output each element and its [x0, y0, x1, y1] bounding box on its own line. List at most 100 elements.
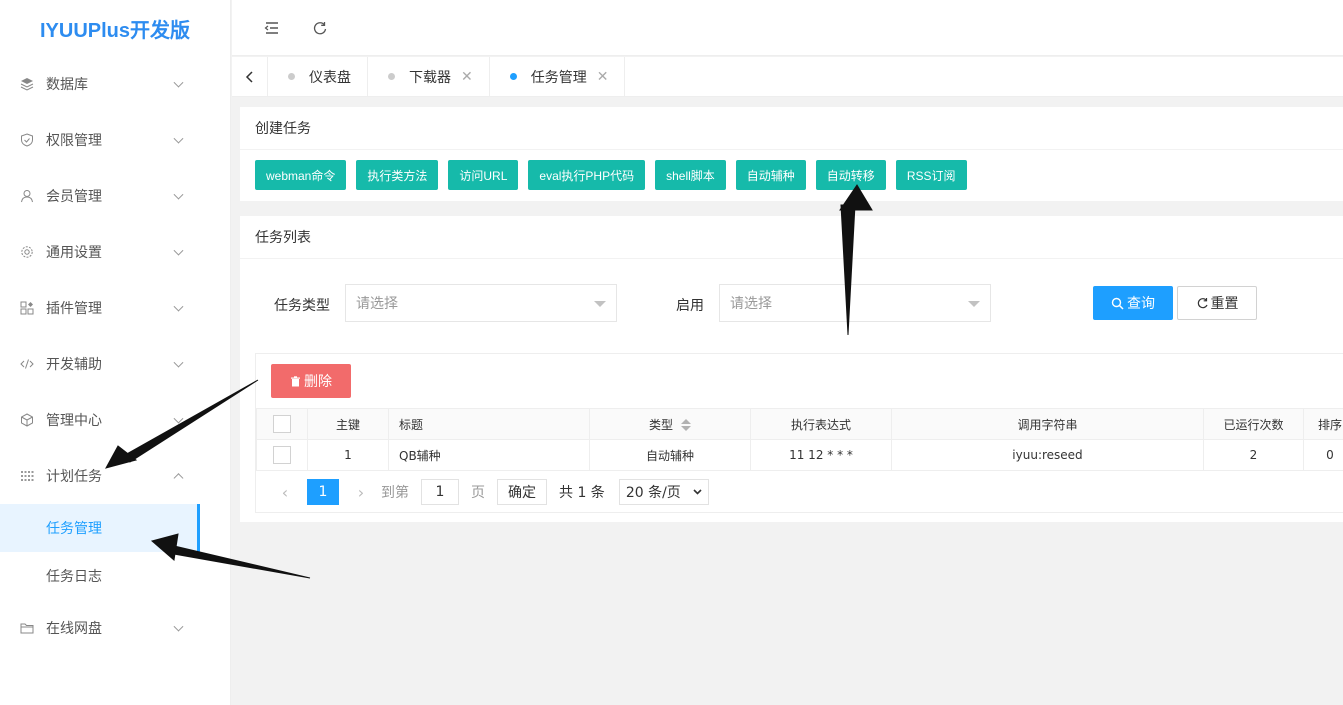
sidebar-item-label: 数据库	[46, 77, 88, 93]
create-auto-move-button[interactable]: 自动转移	[815, 160, 886, 190]
card-title: 创建任务	[240, 107, 1343, 150]
task-list-card: 任务列表 任务类型 请选择 启用 请选择 查询 重置 删除 主键 标题 类型 执…	[240, 216, 1343, 522]
tab-dot	[388, 73, 395, 80]
sidebar-subitem-task-management[interactable]: 任务管理	[0, 504, 200, 552]
sidebar-item-database[interactable]: 数据库	[0, 56, 230, 112]
table-row[interactable]: 1 QB辅种 自动辅种 11 12 * * * iyuu:reseed 2 0	[256, 439, 1343, 471]
cell-cron: 11 12 * * *	[750, 439, 892, 471]
chevron-up-icon	[173, 473, 184, 484]
create-rss-button[interactable]: RSS订阅	[895, 160, 967, 190]
sort-icon[interactable]	[681, 419, 691, 431]
table-toolbar: 删除	[256, 354, 1343, 408]
sidebar-item-label: 在线网盘	[46, 621, 102, 637]
delete-label: 删除	[304, 374, 332, 390]
filter-row: 任务类型 请选择 启用 请选择 查询 重置	[240, 284, 1343, 322]
reset-button[interactable]: 重置	[1177, 286, 1257, 320]
create-webman-button[interactable]: webman命令	[255, 160, 347, 190]
sidebar-item-members[interactable]: 会员管理	[0, 168, 230, 224]
cell-sort: 0	[1303, 439, 1343, 471]
column-header-id: 主键	[307, 408, 389, 440]
menu-collapse-icon[interactable]	[264, 20, 280, 36]
code-icon	[20, 357, 34, 371]
cell-target: iyuu:reseed	[891, 439, 1204, 471]
prev-page-icon[interactable]: ‹	[271, 483, 299, 502]
sidebar-item-cloud-drive[interactable]: 在线网盘	[0, 600, 230, 656]
sidebar-item-label: 会员管理	[46, 189, 102, 205]
table-header-row: 主键 标题 类型 执行表达式 调用字符串 已运行次数 排序	[256, 408, 1343, 440]
column-header-target: 调用字符串	[891, 408, 1204, 440]
column-header-title: 标题	[388, 408, 590, 440]
task-table: 主键 标题 类型 执行表达式 调用字符串 已运行次数 排序 1 QB辅种 自动辅…	[256, 408, 1343, 471]
sidebar-item-settings[interactable]: 通用设置	[0, 224, 230, 280]
chevron-down-icon	[173, 77, 184, 88]
task-type-label: 任务类型	[274, 298, 330, 314]
plugin-icon	[20, 301, 34, 315]
refresh-icon[interactable]	[312, 20, 328, 36]
close-icon[interactable]: ✕	[597, 69, 609, 85]
chevron-down-icon	[173, 133, 184, 144]
row-checkbox[interactable]	[273, 446, 291, 464]
cube-icon	[20, 413, 34, 427]
chevron-down-icon	[173, 357, 184, 368]
next-page-icon[interactable]: ›	[347, 483, 375, 502]
card-title: 任务列表	[240, 216, 1343, 259]
calendar-icon	[20, 469, 34, 483]
sidebar-item-label: 管理中心	[46, 413, 102, 429]
caret-down-icon	[968, 301, 980, 307]
shield-icon	[20, 133, 34, 147]
gear-icon	[20, 245, 34, 259]
tab-label: 任务管理	[530, 69, 587, 86]
column-header-sort: 排序	[1303, 408, 1343, 440]
select-all-cell	[256, 408, 308, 440]
trash-icon	[291, 375, 300, 386]
sidebar-subitem-task-log[interactable]: 任务日志	[0, 552, 230, 600]
page-label: 页	[471, 485, 485, 501]
query-button[interactable]: 查询	[1093, 286, 1173, 320]
create-class-method-button[interactable]: 执行类方法	[356, 160, 439, 190]
select-all-checkbox[interactable]	[273, 415, 291, 433]
tab-dashboard[interactable]: 仪表盘	[268, 57, 368, 96]
tab-task-management[interactable]: 任务管理 ✕	[490, 57, 626, 96]
create-eval-php-button[interactable]: eval执行PHP代码	[528, 160, 646, 190]
page-number-current[interactable]: 1	[307, 479, 339, 505]
sidebar-item-label: 权限管理	[46, 133, 102, 149]
tab-dot	[288, 73, 295, 80]
page-size-select[interactable]: 20 条/页	[618, 479, 709, 505]
sidebar-item-permissions[interactable]: 权限管理	[0, 112, 230, 168]
user-icon	[20, 189, 34, 203]
chevron-down-icon	[173, 413, 184, 424]
create-button-row: webman命令 执行类方法 访问URL eval执行PHP代码 shell脚本…	[240, 150, 1343, 200]
goto-page-input[interactable]: 1	[421, 479, 459, 505]
chevron-left-icon	[245, 70, 253, 83]
tab-scroll-left-button[interactable]	[232, 57, 268, 96]
refresh-icon	[1197, 297, 1208, 308]
task-type-select[interactable]: 请选择	[345, 284, 617, 322]
caret-down-icon	[594, 301, 606, 307]
page-size-value: 20 条/页	[625, 485, 681, 501]
create-task-card: 创建任务 webman命令 执行类方法 访问URL eval执行PHP代码 sh…	[240, 107, 1343, 201]
enable-label: 启用	[676, 298, 704, 314]
chevron-down-icon	[693, 489, 702, 495]
create-shell-button[interactable]: shell脚本	[655, 160, 726, 190]
app-logo: IYUUPlus开发版	[39, 19, 191, 42]
sidebar-item-scheduled-tasks[interactable]: 计划任务	[0, 448, 230, 504]
delete-button[interactable]: 删除	[271, 364, 351, 398]
goto-confirm-button[interactable]: 确定	[497, 479, 547, 505]
layers-icon	[20, 77, 34, 91]
column-header-label: 类型	[648, 417, 673, 432]
sidebar-item-label: 插件管理	[46, 301, 102, 317]
create-url-button[interactable]: 访问URL	[448, 160, 519, 190]
column-header-type[interactable]: 类型	[589, 408, 751, 440]
cell-type: 自动辅种	[589, 439, 751, 471]
cell-title: QB辅种	[388, 439, 590, 471]
chevron-down-icon	[173, 189, 184, 200]
enable-select[interactable]: 请选择	[719, 284, 991, 322]
sidebar-item-admin-center[interactable]: 管理中心	[0, 392, 230, 448]
sidebar-item-plugins[interactable]: 插件管理	[0, 280, 230, 336]
close-icon[interactable]: ✕	[461, 69, 473, 85]
reset-label: 重置	[1210, 296, 1239, 312]
tab-downloader[interactable]: 下载器 ✕	[368, 57, 490, 96]
create-auto-reseed-button[interactable]: 自动辅种	[735, 160, 806, 190]
sidebar-item-dev-tools[interactable]: 开发辅助	[0, 336, 230, 392]
task-table-wrapper: 删除 主键 标题 类型 执行表达式 调用字符串 已运行次数 排序 1 QB辅种 …	[255, 353, 1343, 513]
